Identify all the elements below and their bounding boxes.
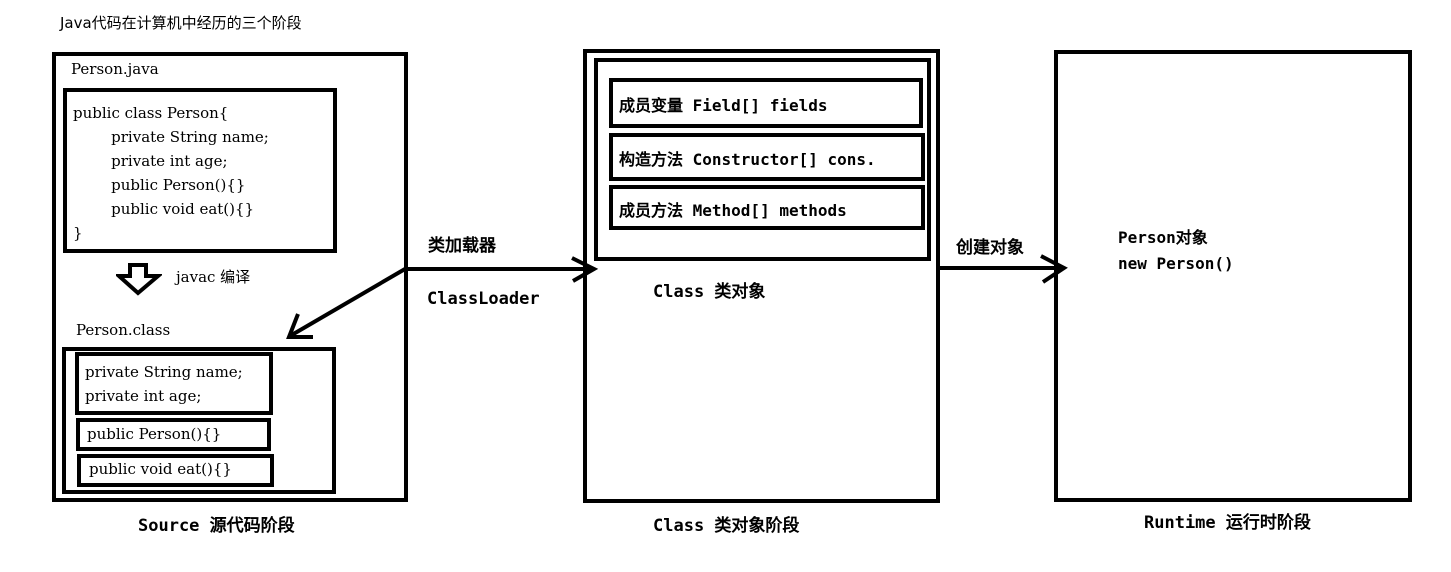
java-file-label: Person.java [71, 60, 159, 78]
compile-label: javac 编译 [176, 268, 251, 286]
code-line: } [73, 224, 83, 242]
member-fields-label: 成员变量 Field[] fields [619, 96, 828, 115]
member-methods-label: 成员方法 Method[] methods [619, 201, 847, 220]
code-line: public Person(){} [73, 176, 246, 194]
member-fields-box: 成员变量 Field[] fields [609, 78, 923, 128]
code-line: public void eat(){} [73, 200, 255, 218]
code-line: private String name; [73, 128, 269, 146]
classloader-en-label: ClassLoader [427, 289, 540, 309]
class-object-stage-label: Class 类对象阶段 [653, 516, 800, 536]
diagram-title: Java代码在计算机中经历的三个阶段 [60, 14, 302, 32]
member-constructors-label: 构造方法 Constructor[] cons. [619, 150, 876, 169]
class-field-line: private int age; [85, 387, 202, 405]
runtime-new-line: new Person() [1118, 254, 1234, 273]
java-code-box: public class Person{ private String name… [63, 88, 337, 253]
runtime-object-line: Person对象 [1118, 228, 1208, 247]
create-object-label: 创建对象 [956, 238, 1024, 258]
class-method-section: public void eat(){} [77, 454, 274, 487]
class-fields-section: private String name; private int age; [75, 352, 273, 415]
member-methods-box: 成员方法 Method[] methods [609, 185, 925, 230]
class-method-line: public void eat(){} [89, 460, 232, 478]
class-object-caption: Class 类对象 [653, 282, 766, 302]
runtime-stage-label: Runtime 运行时阶段 [1144, 513, 1311, 533]
class-field-line: private String name; [85, 363, 243, 381]
source-stage-label: Source 源代码阶段 [138, 516, 295, 536]
class-constructor-line: public Person(){} [87, 425, 222, 443]
runtime-stage-box [1054, 50, 1412, 502]
code-line: public class Person{ [73, 104, 229, 122]
member-constructors-box: 构造方法 Constructor[] cons. [609, 133, 925, 181]
code-line: private int age; [73, 152, 228, 170]
compile-down-arrow-icon [116, 263, 162, 296]
class-file-label: Person.class [76, 321, 171, 339]
class-constructor-section: public Person(){} [76, 418, 271, 451]
classloader-cn-label: 类加载器 [428, 236, 496, 256]
